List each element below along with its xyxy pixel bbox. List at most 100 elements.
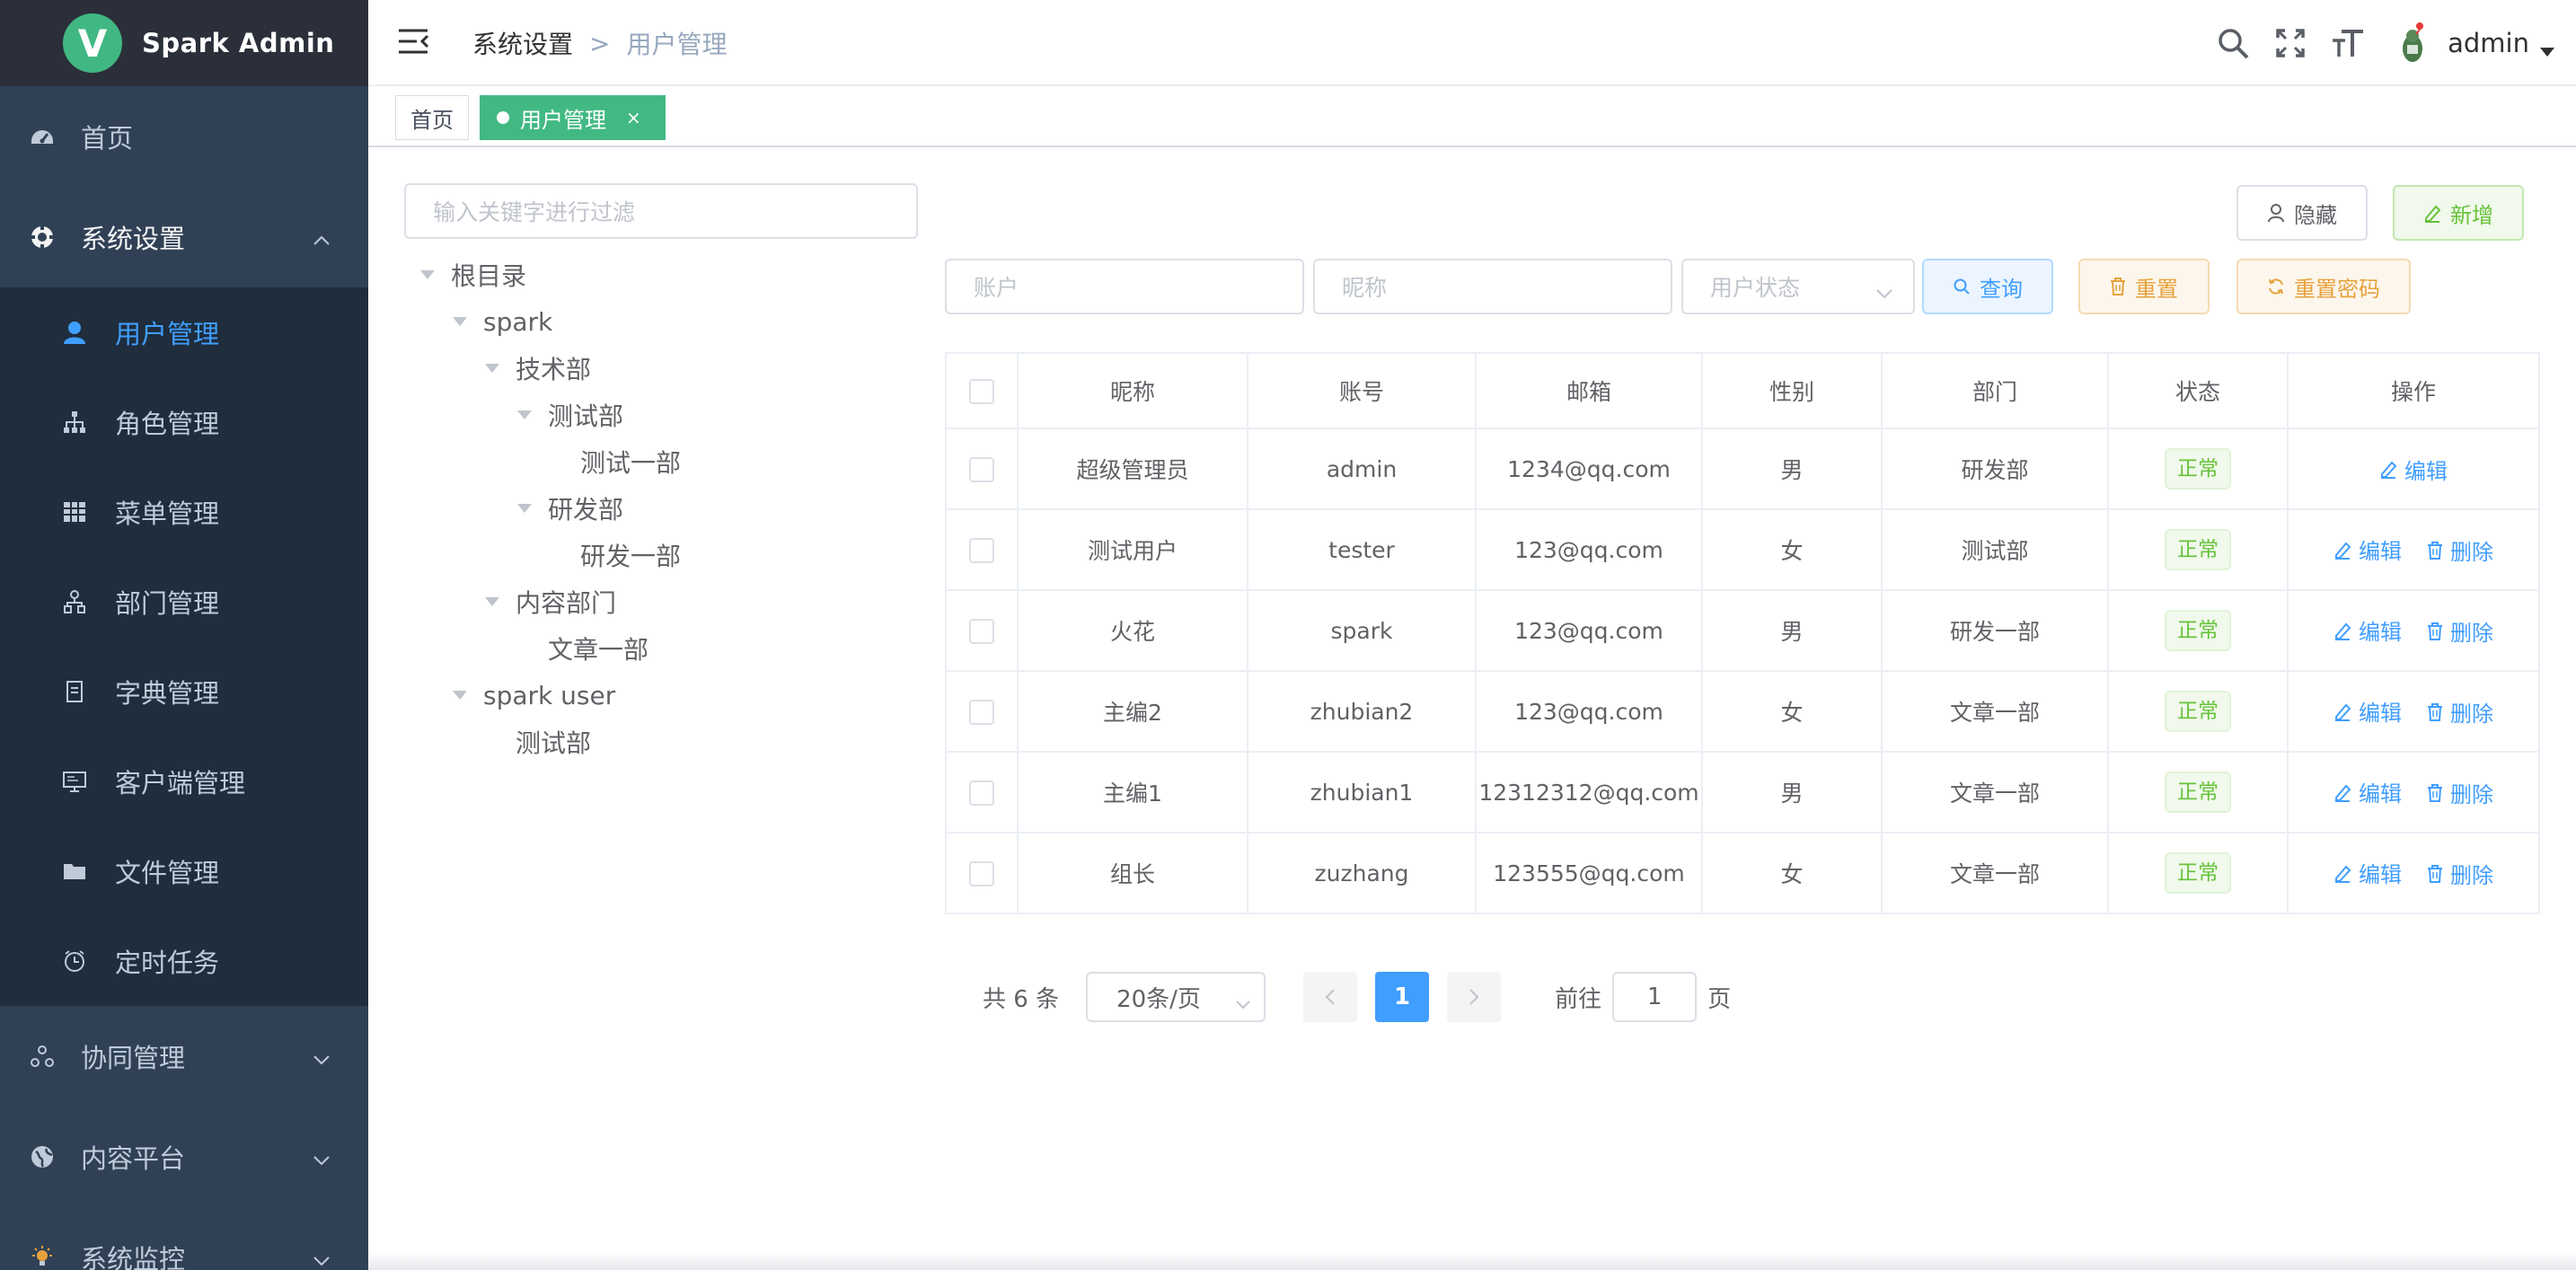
hide-button[interactable]: 隐藏: [2236, 185, 2368, 241]
query-button[interactable]: 查询: [1922, 259, 2053, 314]
font-size-icon[interactable]: [2331, 28, 2365, 58]
row-select-cell: [945, 589, 1019, 672]
edit-button[interactable]: 编辑: [2333, 614, 2402, 646]
row-checkbox[interactable]: [969, 781, 994, 806]
tag-user-management[interactable]: 用户管理 ×: [480, 95, 666, 140]
dept-tree: 根目录 spark 技术部 测试部 测试一部 研发部 研发一部 内容部门 文章一部 spark u…: [404, 251, 925, 765]
caret-down-icon[interactable]: [485, 597, 499, 606]
monitor-icon: [61, 768, 88, 795]
cell-nickname: 组长: [1017, 832, 1248, 914]
sidebar-group-label: 内容平台: [81, 1143, 186, 1174]
caret-down-icon[interactable]: [485, 364, 499, 373]
row-checkbox[interactable]: [969, 619, 994, 644]
tree-node-label: 根目录: [451, 261, 527, 291]
status-select[interactable]: 用户状态: [1681, 259, 1915, 314]
sidebar-group-collab[interactable]: 协同管理: [0, 1006, 368, 1107]
tree-node[interactable]: 根目录: [404, 251, 925, 298]
sidebar-group-monitor[interactable]: 系统监控: [0, 1207, 368, 1270]
reset-button[interactable]: 重置: [2078, 259, 2210, 314]
sidebar-group-system[interactable]: 系统设置: [0, 187, 368, 287]
grid-icon: [61, 498, 88, 525]
sidebar-group-label: 系统监控: [81, 1244, 186, 1270]
sidebar-item-files[interactable]: 文件管理: [0, 826, 368, 916]
delete-button[interactable]: 删除: [2427, 777, 2493, 808]
edit-button[interactable]: 编辑: [2379, 454, 2448, 485]
row-checkbox[interactable]: [969, 861, 994, 886]
select-all-checkbox[interactable]: [969, 379, 994, 404]
tree-node[interactable]: 研发一部: [404, 532, 925, 578]
delete-button[interactable]: 删除: [2427, 696, 2493, 728]
hamburger-icon[interactable]: [397, 27, 429, 59]
page-size-select[interactable]: 20条/页: [1086, 972, 1266, 1022]
delete-button[interactable]: 删除: [2427, 858, 2493, 889]
tree-node[interactable]: 测试部: [404, 719, 925, 765]
user-icon: [61, 319, 88, 346]
tree-node-label: 测试部: [548, 401, 624, 431]
tree-node-label: 内容部门: [516, 588, 617, 618]
close-icon[interactable]: ×: [626, 107, 641, 128]
edit-button[interactable]: 编辑: [2333, 534, 2402, 565]
account-input[interactable]: 账户: [945, 259, 1304, 314]
sidebar-item-clients[interactable]: 客户端管理: [0, 736, 368, 826]
caret-down-icon[interactable]: [517, 504, 532, 513]
chevron-down-icon: [313, 1041, 331, 1072]
button-label: 编辑: [2359, 862, 2402, 887]
tree-node[interactable]: spark: [404, 298, 925, 345]
logo-bar[interactable]: V Spark Admin: [0, 0, 368, 86]
reset-password-button[interactable]: 重置密码: [2236, 259, 2411, 314]
sidebar-group-content[interactable]: 内容平台: [0, 1107, 368, 1207]
tree-node[interactable]: 研发部: [404, 485, 925, 532]
caret-down-icon[interactable]: [517, 410, 532, 419]
username[interactable]: admin: [2448, 28, 2529, 58]
tree-node[interactable]: 测试部: [404, 392, 925, 438]
row-select-cell: [945, 508, 1019, 591]
breadcrumb-item[interactable]: 系统设置: [472, 25, 573, 61]
cell-dept: 研发部: [1881, 428, 2109, 510]
tree-node[interactable]: 测试一部: [404, 438, 925, 485]
sidebar-item-depts[interactable]: 部门管理: [0, 557, 368, 647]
sidebar-item-dict[interactable]: 字典管理: [0, 647, 368, 736]
delete-button[interactable]: 删除: [2427, 615, 2493, 647]
sidebar-item-users[interactable]: 用户管理: [0, 287, 368, 377]
active-dot-icon: [497, 111, 509, 124]
cell-account: zhubian2: [1247, 670, 1477, 753]
sidebar-item-home[interactable]: 首页: [0, 86, 368, 187]
sidebar-item-roles[interactable]: 角色管理: [0, 377, 368, 467]
system-submenu: 用户管理 角色管理 菜单管理 部门管理 字典管理 客户端管理 文件管理 定时任务: [0, 287, 368, 1006]
next-page-button[interactable]: [1447, 972, 1502, 1022]
search-icon[interactable]: [2216, 26, 2250, 60]
row-checkbox[interactable]: [969, 538, 994, 563]
tree-node[interactable]: 文章一部: [404, 625, 925, 672]
caret-down-icon[interactable]: [2540, 43, 2554, 60]
delete-button[interactable]: 删除: [2427, 534, 2493, 566]
goto-page-input[interactable]: 1: [1612, 972, 1698, 1022]
tree-node[interactable]: 技术部: [404, 345, 925, 392]
button-label: 查询: [1980, 276, 2023, 302]
nickname-input[interactable]: 昵称: [1313, 259, 1672, 314]
row-checkbox[interactable]: [969, 700, 994, 725]
status-badge: 正常: [2165, 852, 2231, 894]
avatar[interactable]: [2390, 21, 2435, 66]
cell-nickname: 测试用户: [1017, 508, 1248, 591]
tree-node[interactable]: spark user: [404, 672, 925, 719]
caret-down-icon[interactable]: [420, 270, 435, 279]
add-button[interactable]: 新增: [2393, 185, 2524, 241]
button-label: 重置密码: [2294, 276, 2380, 302]
caret-down-icon[interactable]: [453, 691, 467, 700]
sidebar-item-schedule[interactable]: 定时任务: [0, 916, 368, 1006]
edit-button[interactable]: 编辑: [2333, 857, 2402, 888]
org-tree-icon: [61, 409, 88, 436]
header-actions: admin: [2216, 0, 2554, 86]
page-number-current[interactable]: 1: [1375, 972, 1430, 1022]
tree-node-label: spark: [483, 306, 553, 337]
prev-page-button[interactable]: [1303, 972, 1358, 1022]
tree-filter-input[interactable]: 输入关键字进行过滤: [404, 183, 918, 239]
row-checkbox[interactable]: [969, 457, 994, 482]
fullscreen-icon[interactable]: [2275, 28, 2306, 58]
edit-button[interactable]: 编辑: [2333, 695, 2402, 727]
tree-node[interactable]: 内容部门: [404, 578, 925, 625]
tag-home[interactable]: 首页: [395, 95, 469, 140]
sidebar-item-menus[interactable]: 菜单管理: [0, 467, 368, 557]
caret-down-icon[interactable]: [453, 317, 467, 326]
edit-button[interactable]: 编辑: [2333, 776, 2402, 807]
